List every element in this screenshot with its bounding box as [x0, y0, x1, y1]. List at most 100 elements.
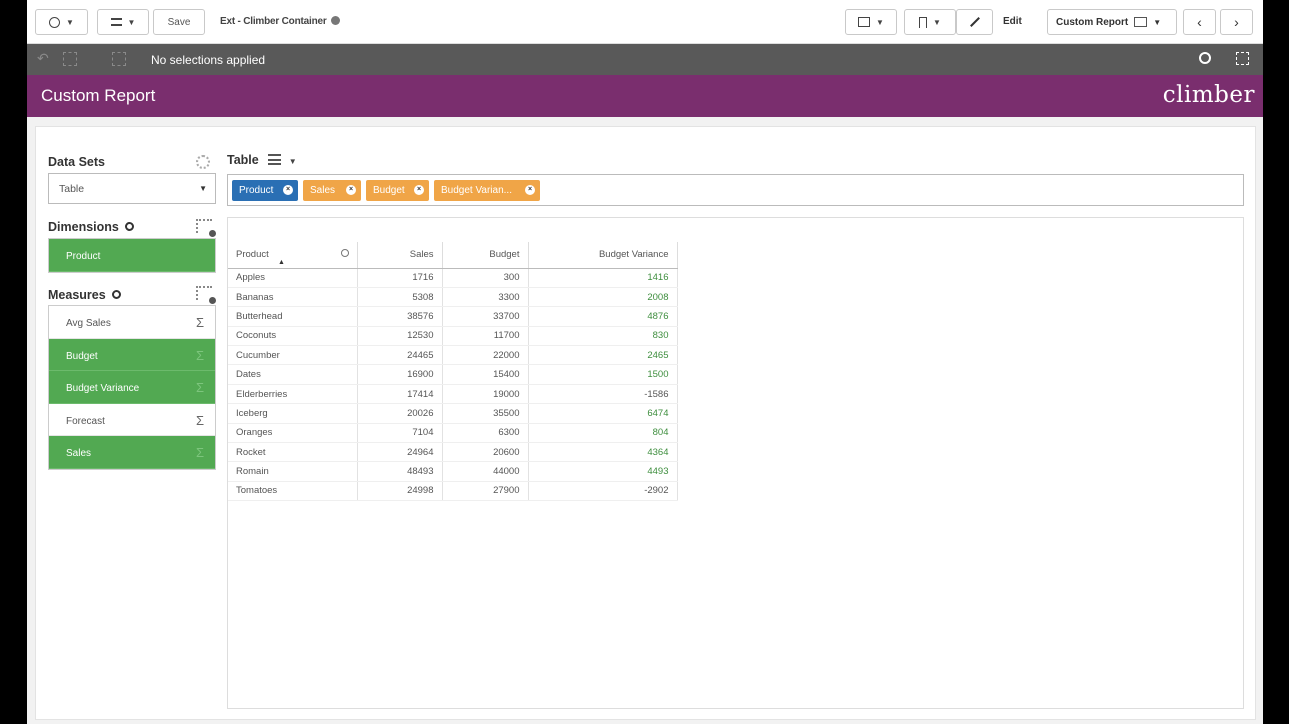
- data-sets-heading: Data Sets: [48, 155, 105, 169]
- chart-heading[interactable]: Table ▼: [227, 153, 297, 167]
- remove-field-icon[interactable]: ×: [283, 185, 293, 195]
- clear-dimensions-icon[interactable]: [196, 219, 216, 237]
- global-menu-button[interactable]: ▼: [97, 9, 149, 35]
- measure-sales[interactable]: Sales Σ: [49, 436, 215, 469]
- column-header-label: Budget: [489, 249, 520, 261]
- field-pill-product[interactable]: Product ×: [232, 180, 298, 201]
- value-cell: 4364: [528, 442, 678, 463]
- next-sheet-button[interactable]: ›: [1220, 9, 1253, 35]
- selections-tool-icon[interactable]: [1236, 52, 1249, 65]
- data-set-value: Table: [59, 183, 85, 195]
- chevron-down-icon: ▼: [876, 17, 884, 27]
- value-cell: 6474: [528, 403, 678, 424]
- app-title-text: Ext - Climber Container: [220, 16, 327, 27]
- value-cell: 804: [528, 423, 678, 444]
- value-cell: 16900: [357, 364, 443, 385]
- value-cell: 20600: [442, 442, 529, 463]
- list-icon: [110, 18, 122, 26]
- value-cell: 3300: [442, 287, 529, 308]
- field-pill-budget[interactable]: Budget ×: [366, 180, 429, 201]
- measures-heading: Measures: [48, 288, 122, 302]
- value-cell: 17414: [357, 384, 443, 405]
- sigma-icon[interactable]: Σ: [196, 445, 204, 460]
- globe-icon: [331, 16, 341, 25]
- selections-status: No selections applied: [151, 53, 266, 67]
- value-cell: 33700: [442, 306, 529, 327]
- search-icon[interactable]: [1199, 52, 1211, 64]
- product-cell[interactable]: Oranges: [228, 423, 358, 444]
- chevron-right-icon: ›: [1234, 14, 1239, 30]
- search-icon[interactable]: [112, 290, 122, 299]
- clear-measures-icon[interactable]: [196, 286, 216, 304]
- value-cell: 22000: [442, 345, 529, 366]
- field-label: Product: [66, 251, 101, 262]
- value-cell: 4493: [528, 461, 678, 482]
- value-cell: -2902: [528, 481, 678, 502]
- product-cell[interactable]: Cucumber: [228, 345, 358, 366]
- sheet-thumbnail-icon: [1134, 17, 1148, 27]
- data-set-dropdown[interactable]: Table ▼: [48, 173, 216, 204]
- table-row: Coconuts 12530 11700 830: [228, 326, 678, 347]
- value-cell: 830: [528, 326, 678, 347]
- column-header-budget[interactable]: Budget: [442, 242, 529, 269]
- search-icon[interactable]: [125, 222, 135, 231]
- previous-sheet-button[interactable]: ‹: [1183, 9, 1216, 35]
- column-header-sales[interactable]: Sales: [357, 242, 443, 269]
- sigma-icon[interactable]: Σ: [196, 315, 204, 330]
- column-header-product[interactable]: Product ▲: [228, 242, 358, 269]
- table-row: Butterhead 38576 33700 4876: [228, 306, 678, 327]
- value-cell: 1716: [357, 268, 443, 288]
- value-cell: 11700: [442, 326, 529, 347]
- product-cell[interactable]: Bananas: [228, 287, 358, 308]
- sheet-title: Custom Report: [41, 86, 156, 105]
- product-cell[interactable]: Elderberries: [228, 384, 358, 405]
- product-cell[interactable]: Romain: [228, 461, 358, 482]
- navigation-menu-button[interactable]: ▼: [35, 9, 88, 35]
- pencil-icon: [969, 17, 980, 27]
- remove-field-icon[interactable]: ×: [414, 185, 424, 195]
- column-header-budget-variance[interactable]: Budget Variance: [528, 242, 678, 269]
- edit-label[interactable]: Edit: [1003, 16, 1022, 27]
- sheet-selector[interactable]: Custom Report ▼: [1047, 9, 1177, 35]
- sigma-icon[interactable]: Σ: [196, 380, 204, 395]
- sigma-icon[interactable]: Σ: [196, 348, 204, 363]
- dimensions-list: Product: [48, 238, 216, 273]
- measure-avg-sales[interactable]: Avg Sales Σ: [49, 306, 215, 339]
- field-label: Forecast: [66, 415, 105, 427]
- save-button[interactable]: Save: [153, 9, 205, 35]
- measure-budget-variance[interactable]: Budget Variance Σ: [49, 371, 215, 404]
- value-cell: 38576: [357, 306, 443, 327]
- product-cell[interactable]: Dates: [228, 364, 358, 385]
- compass-icon: [49, 16, 61, 28]
- step-back-icon[interactable]: ↶: [37, 50, 51, 66]
- product-cell[interactable]: Apples: [228, 268, 358, 288]
- field-pill-budget-varian[interactable]: Budget Varian... ×: [434, 180, 540, 201]
- measure-forecast[interactable]: Forecast Σ: [49, 403, 215, 436]
- chevron-down-icon: ▼: [288, 157, 297, 166]
- edit-pencil-button[interactable]: [956, 9, 993, 35]
- gear-icon[interactable]: [196, 155, 210, 169]
- clear-selections-icon[interactable]: [112, 52, 126, 66]
- product-cell[interactable]: Iceberg: [228, 403, 358, 424]
- story-button[interactable]: ▼: [845, 9, 897, 35]
- value-cell: 19000: [442, 384, 529, 405]
- product-cell[interactable]: Coconuts: [228, 326, 358, 347]
- sigma-icon[interactable]: Σ: [196, 413, 204, 428]
- remove-field-icon[interactable]: ×: [525, 185, 535, 195]
- value-cell: 2008: [528, 287, 678, 308]
- bookmark-button[interactable]: ▼: [904, 9, 956, 35]
- field-label: Budget Variance: [66, 383, 140, 394]
- product-cell[interactable]: Butterhead: [228, 306, 358, 327]
- step-forward-icon[interactable]: [63, 52, 77, 66]
- measure-budget[interactable]: Budget Σ: [49, 338, 215, 371]
- dimension-product[interactable]: Product: [49, 239, 215, 272]
- product-cell[interactable]: Tomatoes: [228, 481, 358, 502]
- table-row: Oranges 7104 6300 804: [228, 423, 678, 444]
- field-pill-sales[interactable]: Sales ×: [303, 180, 361, 201]
- table-row: Romain 48493 44000 4493: [228, 461, 678, 482]
- product-cell[interactable]: Rocket: [228, 442, 358, 463]
- custom-report-panel: Data Sets Table ▼ Dimensions Product Mea…: [35, 126, 1256, 720]
- remove-field-icon[interactable]: ×: [346, 185, 356, 195]
- search-icon[interactable]: [340, 249, 349, 257]
- top-toolbar: ▼ ▼ Save Ext - Climber Container ▼ ▼ Edi…: [27, 0, 1263, 44]
